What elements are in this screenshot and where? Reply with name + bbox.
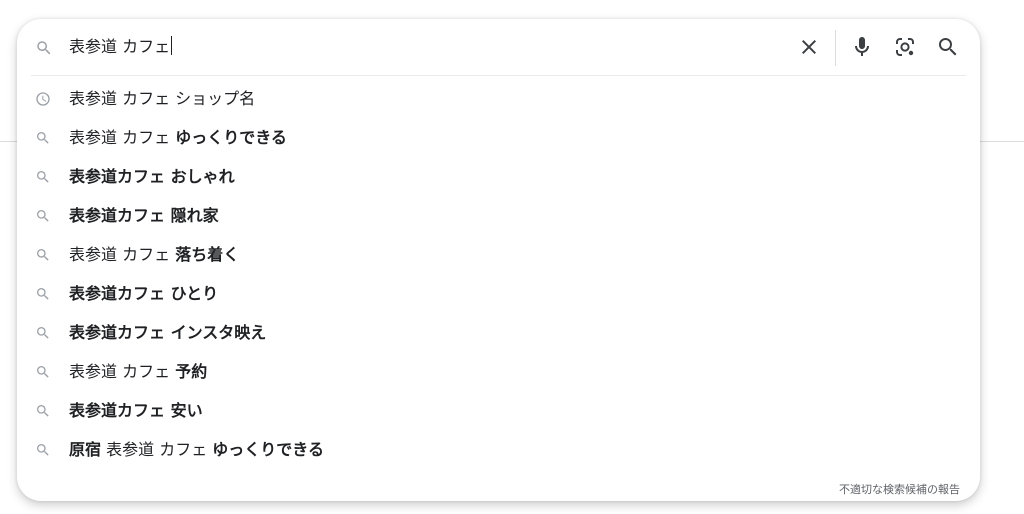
suggestion-bold-text: 表参道カフェ ひとり (69, 284, 219, 303)
suggestion-bold-text: 表参道カフェ おしゃれ (69, 167, 235, 186)
suggestion-item[interactable]: 表参道カフェ 隠れ家 (17, 197, 980, 236)
suggestion-item[interactable]: 表参道カフェ 安い (17, 392, 980, 431)
magnifier-icon (35, 169, 51, 185)
report-inappropriate-predictions-link[interactable]: 不適切な検索候補の報告 (839, 483, 960, 497)
magnifier-icon (35, 403, 51, 419)
magnifier-icon (35, 364, 51, 380)
search-query-text: 表参道 カフェ (69, 37, 171, 56)
microphone-icon (850, 35, 874, 59)
suggestion-bold-text: ゆっくりできる (212, 440, 324, 459)
suggestion-plain-text: 表参道 カフェ (69, 245, 176, 264)
magnifier-icon (35, 208, 51, 224)
suggestion-plain-text: 表参道 カフェ (101, 440, 213, 459)
image-search-button[interactable] (893, 35, 917, 59)
suggestion-item[interactable]: 表参道カフェ ひとり (17, 275, 980, 314)
searchbar-underline (31, 75, 966, 76)
magnifier-icon (35, 325, 51, 341)
voice-search-button[interactable] (850, 35, 874, 59)
close-icon (797, 35, 821, 59)
clear-button[interactable] (797, 35, 821, 59)
search-bar: 表参道 カフェ (17, 19, 980, 75)
suggestion-item-history[interactable]: 表参道 カフェ ショップ名 (17, 80, 980, 119)
suggestion-prefix-bold-text: 原宿 (69, 440, 102, 459)
search-suggestion-panel: 表参道 カフェ 表参道 カフェ ショップ名 表参道 カフェ ゆっくりできる 表参… (17, 19, 980, 501)
camera-lens-icon (893, 35, 917, 59)
suggestion-item[interactable]: 原宿 表参道 カフェ ゆっくりできる (17, 431, 980, 470)
magnifier-icon (35, 442, 51, 458)
history-clock-icon (35, 91, 51, 107)
suggestion-plain-text: 表参道 カフェ (69, 128, 176, 147)
magnifier-icon (936, 35, 960, 59)
suggestion-list: 表参道 カフェ ショップ名 表参道 カフェ ゆっくりできる 表参道カフェ おしゃ… (17, 80, 980, 470)
suggestion-item[interactable]: 表参道 カフェ ゆっくりできる (17, 119, 980, 158)
suggestion-bold-text: 表参道カフェ インスタ映え (69, 323, 267, 342)
suggestion-bold-text: 表参道カフェ 安い (69, 401, 203, 420)
magnifier-icon (35, 286, 51, 302)
search-input[interactable]: 表参道 カフェ (69, 35, 173, 59)
magnifier-icon (35, 130, 51, 146)
suggestion-bold-text: 予約 (175, 362, 208, 381)
searchbar-separator (835, 30, 836, 66)
search-submit-button[interactable] (936, 35, 960, 59)
suggestion-item[interactable]: 表参道 カフェ 落ち着く (17, 236, 980, 275)
suggestion-item[interactable]: 表参道カフェ おしゃれ (17, 158, 980, 197)
suggestion-bold-text: 表参道カフェ 隠れ家 (69, 206, 219, 225)
suggestion-item[interactable]: 表参道 カフェ 予約 (17, 353, 980, 392)
suggestion-bold-text: ゆっくりできる (175, 128, 287, 147)
search-bar-magnifier-icon (35, 39, 53, 57)
text-caret (171, 36, 173, 55)
suggestion-item[interactable]: 表参道カフェ インスタ映え (17, 314, 980, 353)
magnifier-icon (35, 247, 51, 263)
suggestion-plain-text: 表参道 カフェ (69, 362, 176, 381)
suggestion-plain-text: 表参道 カフェ ショップ名 (69, 89, 256, 108)
suggestion-bold-text: 落ち着く (175, 245, 240, 264)
